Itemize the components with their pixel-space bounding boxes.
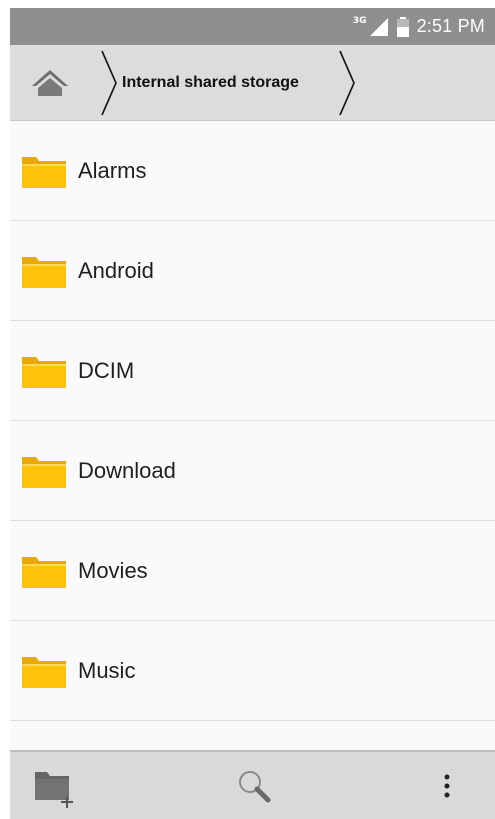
folder-icon [22, 556, 66, 588]
new-folder-icon [35, 772, 73, 808]
more-options-button[interactable] [422, 762, 472, 810]
breadcrumb-separator-icon [339, 50, 355, 116]
list-item-download[interactable]: Download [10, 421, 495, 521]
network-type-label: 3G [352, 15, 367, 26]
folder-icon [22, 656, 66, 688]
list-item-dcim[interactable]: DCIM [10, 321, 495, 421]
status-indicators: 3G 2:51 PM [353, 8, 485, 45]
item-label: Android [78, 257, 154, 283]
item-label: Alarms [78, 157, 147, 183]
item-label: Movies [78, 557, 148, 583]
bottom-toolbar [10, 750, 495, 819]
folder-icon [22, 456, 66, 488]
battery-icon [396, 16, 409, 37]
clock: 2:51 PM [416, 16, 485, 36]
signal-icon [369, 17, 388, 36]
item-label: Music [78, 657, 136, 683]
folder-icon [22, 156, 66, 188]
list-item-movies[interactable]: Movies [10, 521, 495, 621]
list-item-alarms[interactable]: Alarms [10, 121, 495, 221]
status-bar: 3G 2:51 PM [10, 8, 495, 45]
new-folder-button[interactable] [30, 762, 80, 810]
list-item-music[interactable]: Music [10, 621, 495, 721]
breadcrumb: Internal shared storage [10, 45, 495, 121]
list-item-android[interactable]: Android [10, 221, 495, 321]
breadcrumb-item-label: Internal shared storage [122, 74, 299, 91]
search-icon [239, 771, 271, 803]
search-button[interactable] [229, 762, 279, 810]
item-label: Download [78, 457, 176, 483]
home-button[interactable] [28, 61, 72, 105]
list-item-partial[interactable] [10, 721, 495, 750]
file-list[interactable]: Alarms Android DCIM Download Movies Musi… [10, 121, 495, 750]
folder-icon [22, 356, 66, 388]
home-icon [32, 70, 68, 96]
item-label: DCIM [78, 357, 135, 383]
breadcrumb-separator-icon [101, 50, 117, 116]
folder-icon [22, 256, 66, 288]
more-options-icon [444, 774, 450, 798]
breadcrumb-item-internal-storage[interactable]: Internal shared storage [122, 45, 352, 121]
